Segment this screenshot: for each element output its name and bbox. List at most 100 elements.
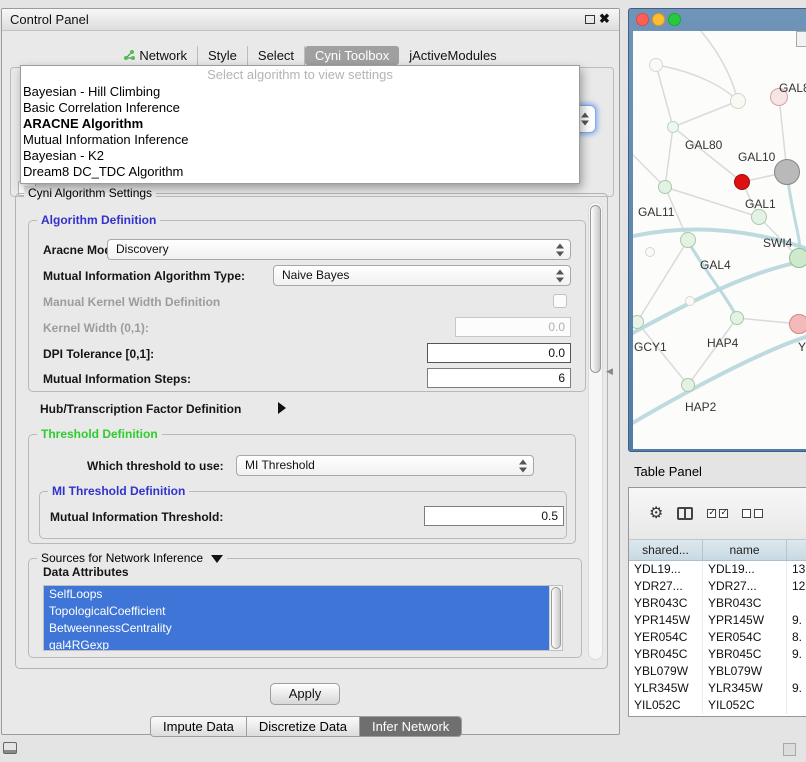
close-icon[interactable]: ✖: [599, 11, 610, 27]
table-panel-title: Table Panel: [634, 464, 702, 479]
node-label: GAL11: [638, 205, 674, 219]
network-node[interactable]: [681, 378, 695, 392]
dpi-tolerance-input[interactable]: [427, 343, 571, 363]
table-cell: YIL052C: [629, 697, 703, 714]
minimized-panel-icon[interactable]: [3, 742, 17, 754]
tab-network-label: Network: [139, 48, 187, 63]
algorithm-option[interactable]: Basic Correlation Inference: [21, 100, 579, 116]
tab-impute-data[interactable]: Impute Data: [151, 717, 247, 736]
canvas-scrollbar-corner[interactable]: [796, 31, 806, 47]
network-node[interactable]: [680, 232, 696, 248]
which-threshold-combo[interactable]: MI Threshold: [236, 455, 534, 476]
scrollbar-thumb[interactable]: [590, 205, 601, 373]
manual-kernel-checkbox[interactable]: [553, 294, 567, 308]
mi-threshold-input[interactable]: [424, 506, 564, 526]
algorithm-definition-group: Algorithm Definition Aracne Mode: Discov…: [28, 220, 586, 392]
table-row[interactable]: YBR045CYBR045C9.: [629, 646, 806, 663]
control-panel-window: Control Panel ✖ Network Style Select Cyn…: [1, 8, 620, 735]
table-cell: YDL19...: [629, 561, 703, 578]
algorithm-option[interactable]: Dream8 DC_TDC Algorithm: [21, 164, 579, 180]
attribute-item[interactable]: BetweennessCentrality: [44, 620, 562, 637]
collapse-arrow-icon: [211, 555, 223, 563]
tab-cyni-toolbox[interactable]: Cyni Toolbox: [305, 46, 399, 65]
table-cell: [787, 595, 806, 612]
tab-discretize-data[interactable]: Discretize Data: [247, 717, 360, 736]
settings-scrollbar[interactable]: [588, 202, 603, 660]
hub-definition-header[interactable]: Hub/Transcription Factor Definition: [40, 402, 241, 416]
table-row[interactable]: YIL052CYIL052C: [629, 697, 806, 714]
aracne-mode-combo[interactable]: Discovery: [107, 239, 571, 260]
network-node[interactable]: [751, 209, 767, 225]
mi-threshold-group: MI Threshold Definition Mutual Informati…: [39, 491, 567, 539]
table-cell: YER054C: [629, 629, 703, 646]
control-panel-titlebar[interactable]: Control Panel ✖: [2, 9, 619, 31]
column-header-name[interactable]: name: [703, 540, 787, 560]
minimize-traffic-light[interactable]: [652, 13, 665, 26]
bottom-tabs: Impute Data Discretize Data Infer Networ…: [150, 716, 462, 737]
network-node[interactable]: [789, 314, 806, 334]
sources-header[interactable]: Sources for Network Inference: [37, 551, 227, 565]
table-row[interactable]: YDL19...YDL19...13: [629, 561, 806, 578]
algorithm-option[interactable]: Bayesian - K2: [21, 148, 579, 164]
table-body: YDL19...YDL19...13YDR27...YDR27...12YBR0…: [629, 561, 806, 716]
network-node[interactable]: [658, 180, 672, 194]
tab-jactivemodules[interactable]: jActiveModules: [399, 46, 506, 65]
checked-box-icon: [719, 509, 728, 518]
network-node[interactable]: [730, 311, 744, 325]
algorithm-option[interactable]: Mutual Information Inference: [21, 132, 579, 148]
apply-button[interactable]: Apply: [270, 683, 340, 705]
zoom-traffic-light[interactable]: [668, 13, 681, 26]
kernel-width-input[interactable]: [455, 317, 571, 337]
checked-box-icon: [707, 509, 716, 518]
node-label: GAL1: [745, 197, 776, 211]
network-node[interactable]: [649, 58, 663, 72]
mi-threshold-label: Mutual Information Threshold:: [50, 510, 223, 524]
column-header-shared-name[interactable]: shared...: [629, 540, 703, 560]
column-header-partial[interactable]: [787, 540, 806, 560]
tab-style[interactable]: Style: [198, 46, 248, 65]
table-cell: YBL079W: [703, 663, 787, 680]
tab-network[interactable]: Network: [114, 46, 198, 65]
table-row[interactable]: YBR043CYBR043C: [629, 595, 806, 612]
threshold-definition-title: Threshold Definition: [37, 427, 162, 441]
table-row[interactable]: YLR345WYLR345W9.: [629, 680, 806, 697]
panel-collapse-arrow[interactable]: ◀: [606, 366, 613, 377]
table-cell: 12: [787, 578, 806, 595]
table-cell: YPR145W: [703, 612, 787, 629]
table-cell: 9.: [787, 646, 806, 663]
table-cell: YLR345W: [703, 680, 787, 697]
mi-type-combo[interactable]: Naive Bayes: [273, 265, 571, 286]
network-node[interactable]: [730, 93, 746, 109]
float-window-icon[interactable]: [585, 15, 595, 24]
tab-infer-network[interactable]: Infer Network: [360, 717, 461, 736]
gear-icon[interactable]: ⚙: [649, 506, 663, 522]
scrollbar-thumb[interactable]: [551, 587, 561, 649]
attribute-item[interactable]: SelfLoops: [44, 586, 562, 603]
columns-icon[interactable]: [677, 507, 693, 520]
network-node[interactable]: [774, 159, 800, 185]
deselect-all-icon[interactable]: [742, 509, 763, 518]
mi-steps-input[interactable]: [427, 368, 571, 388]
network-node[interactable]: [685, 296, 695, 306]
network-node[interactable]: [645, 247, 655, 257]
table-row[interactable]: YBL079WYBL079W: [629, 663, 806, 680]
table-row[interactable]: YPR145WYPR145W9.: [629, 612, 806, 629]
attribute-item[interactable]: TopologicalCoefficient: [44, 603, 562, 620]
tab-select[interactable]: Select: [248, 46, 305, 65]
table-row[interactable]: YER054CYER054C8.: [629, 629, 806, 646]
network-node[interactable]: [667, 121, 679, 133]
algorithm-option[interactable]: Bayesian - Hill Climbing: [21, 84, 579, 100]
network-canvas[interactable]: GAL8GAL80GAL10GAL11GAL1SWI4GAL4GCY1HAP4H…: [633, 31, 806, 449]
attribute-item[interactable]: gal4RGexp: [44, 637, 562, 651]
table-row[interactable]: YDR27...YDR27...12: [629, 578, 806, 595]
close-traffic-light[interactable]: [636, 13, 649, 26]
select-all-icon[interactable]: [707, 509, 728, 518]
network-node[interactable]: [789, 248, 806, 268]
resize-grip[interactable]: [783, 743, 796, 756]
algorithm-option-selected[interactable]: ARACNE Algorithm: [21, 116, 579, 132]
expand-arrow-icon[interactable]: [278, 402, 286, 414]
table-cell: YDL19...: [703, 561, 787, 578]
network-node[interactable]: [734, 174, 750, 190]
node-label: GAL80: [685, 138, 722, 152]
attribute-list-scrollbar[interactable]: [549, 586, 562, 650]
